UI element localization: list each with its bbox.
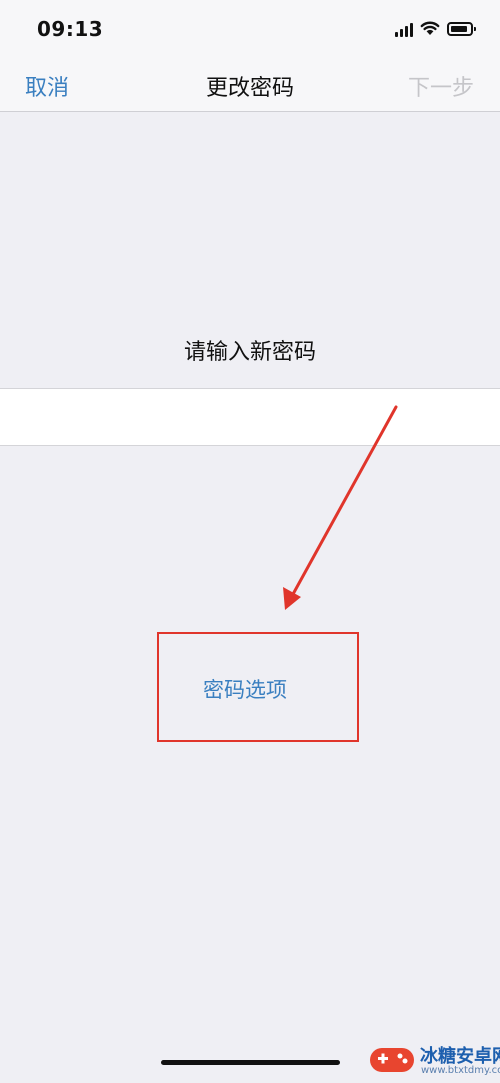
status-bar: 09:13	[0, 0, 500, 60]
wifi-icon	[420, 21, 440, 35]
new-password-prompt: 请输入新密码	[183, 340, 316, 365]
cellular-signal-icon	[395, 23, 415, 37]
home-indicator	[161, 1060, 340, 1065]
password-options-button[interactable]: 密码选项	[203, 674, 287, 704]
watermark-logo: 冰糖安卓网 www.btxtdmy.com	[368, 1040, 500, 1080]
status-time: 09:13	[37, 17, 104, 41]
next-button[interactable]: 下一步	[408, 70, 474, 102]
game-controller-icon	[370, 1048, 414, 1072]
navigation-bar: 取消 更改密码 下一步	[0, 60, 500, 112]
new-password-input[interactable]	[0, 388, 500, 446]
battery-icon	[447, 22, 476, 36]
watermark-url: www.btxtdmy.com	[421, 1065, 500, 1076]
annotation-arrow	[283, 405, 398, 610]
